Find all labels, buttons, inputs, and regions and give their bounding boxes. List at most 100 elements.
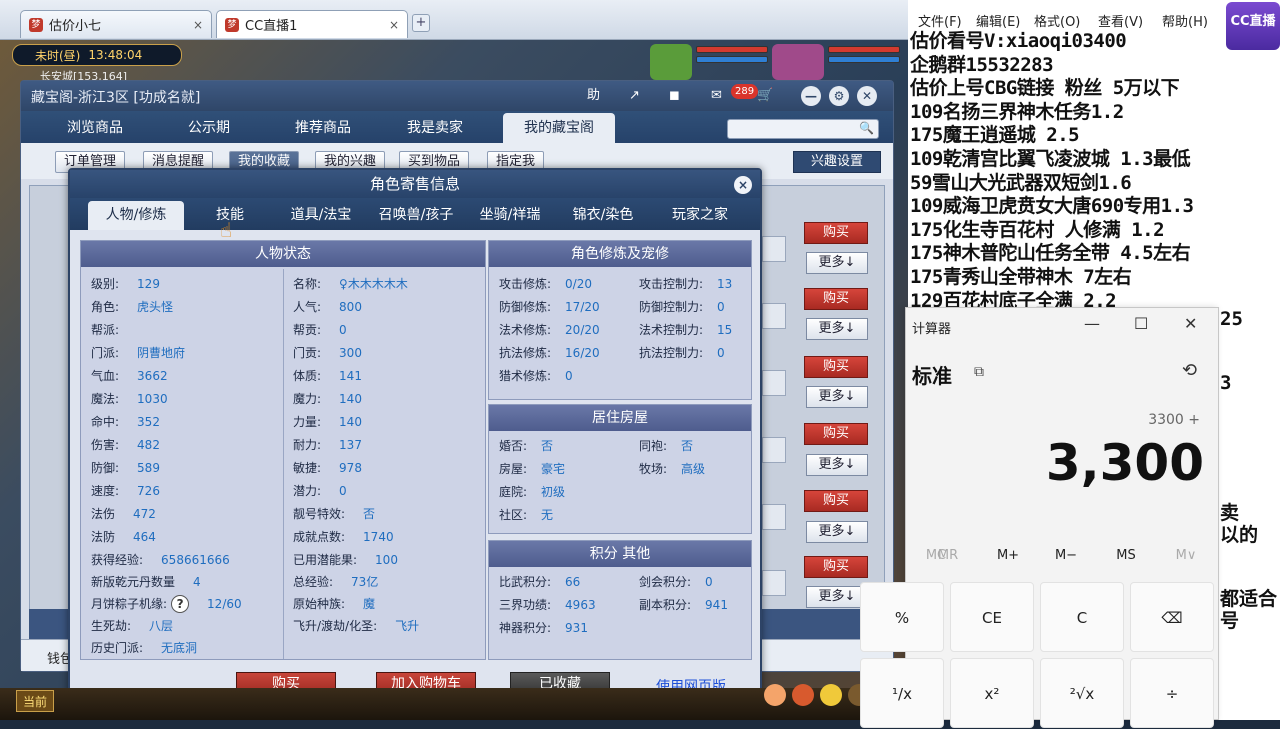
list-item[interactable] <box>762 236 786 262</box>
cbg-nav: 浏览商品 公示期 推荐商品 我是卖家 我的藏宝阁 🔍 <box>21 111 893 143</box>
buy-button[interactable]: 购买 <box>804 556 868 578</box>
new-tab-button[interactable]: + <box>412 14 430 32</box>
nav-my-cbg[interactable]: 我的藏宝阁 <box>503 113 615 143</box>
stat-value: 无 <box>541 508 554 522</box>
square-key[interactable]: x² <box>950 658 1034 728</box>
clear-key[interactable]: C <box>1040 582 1124 652</box>
settings-icon[interactable]: ⚙ <box>829 86 849 106</box>
more-button[interactable]: 更多↓ <box>806 252 868 274</box>
nav-public[interactable]: 公示期 <box>153 113 265 143</box>
stat-row: 比武积分: 66 <box>499 573 580 590</box>
notepad-line: 175青秀山全带神木 7左右 <box>910 265 1132 288</box>
stat-label: 帮贡: <box>293 323 322 337</box>
help-question-icon[interactable]: ? <box>171 595 190 613</box>
stat-row: 获得经验: 658661666 <box>91 551 230 568</box>
list-item[interactable] <box>762 370 786 396</box>
maximize-icon[interactable]: ☐ <box>1134 314 1148 333</box>
sqrt-key[interactable]: ²√x <box>1040 658 1124 728</box>
stat-value: 13 <box>717 277 733 291</box>
stat-label: 飞升/渡劫/化圣: <box>293 619 378 633</box>
tab-mounts[interactable]: 坐骑/祥瑞 <box>468 201 552 230</box>
smile-icon[interactable] <box>820 684 842 706</box>
menu-help[interactable]: 帮助(H) <box>1162 11 1208 30</box>
player-avatar[interactable] <box>772 44 824 80</box>
percent-key[interactable]: % <box>860 582 944 652</box>
calculator-mode[interactable]: 标准 <box>912 360 952 389</box>
stat-value: 0/20 <box>565 277 592 291</box>
stat-label: 获得经验: <box>91 553 144 567</box>
more-button[interactable]: 更多↓ <box>806 318 868 340</box>
menu-file[interactable]: 文件(F) <box>918 11 962 30</box>
nav-recommend[interactable]: 推荐商品 <box>267 113 379 143</box>
more-button[interactable]: 更多↓ <box>806 521 868 543</box>
current-channel-button[interactable]: 当前 <box>16 690 54 712</box>
buy-button[interactable]: 购买 <box>804 356 868 378</box>
more-button[interactable]: 更多↓ <box>806 386 868 408</box>
tab-home[interactable]: 玩家之家 <box>654 201 746 230</box>
tab-items[interactable]: 道具/法宝 <box>276 201 366 230</box>
interest-settings-button[interactable]: 兴趣设置 <box>793 151 881 173</box>
memory-store-button[interactable]: MS <box>1098 548 1154 563</box>
nav-browse[interactable]: 浏览商品 <box>39 113 151 143</box>
more-button[interactable]: 更多↓ <box>806 454 868 476</box>
list-item[interactable] <box>762 570 786 596</box>
keep-on-top-icon[interactable]: ⧉ <box>974 364 984 380</box>
stat-label: 敏捷: <box>293 461 322 475</box>
modal-close-button[interactable]: × <box>734 176 752 194</box>
buy-button[interactable]: 购买 <box>804 222 868 244</box>
message-icon[interactable]: ✉ <box>711 85 722 107</box>
close-icon[interactable]: ✕ <box>857 86 877 106</box>
notepad-text[interactable]: 估价看号V:xiaoqi03400 企鹅群15532283 估价上号CBG链接 粉丝… <box>910 30 1280 337</box>
buy-button[interactable]: 购买 <box>804 490 868 512</box>
browser-tab-cc-live[interactable]: 梦 CC直播1 × <box>216 10 408 38</box>
stat-label: 原始种族: <box>293 597 346 611</box>
help-button[interactable]: 助 <box>587 85 600 107</box>
notepad-line: 59雪山大光武器双短剑1.6 <box>910 171 1132 194</box>
stop-icon[interactable]: ◼ <box>669 85 680 107</box>
memory-list-button[interactable]: M∨ <box>1158 548 1214 563</box>
memory-subtract-button[interactable]: M− <box>1038 548 1094 563</box>
more-button[interactable]: 更多↓ <box>806 586 868 608</box>
peach-icon[interactable] <box>764 684 786 706</box>
minimize-icon[interactable]: — <box>801 86 821 106</box>
stat-row: 攻击修炼: 0/20 <box>499 275 592 292</box>
backspace-key[interactable]: ⌫ <box>1130 582 1214 652</box>
stat-row: 潜力: 0 <box>293 482 347 499</box>
close-tab-icon[interactable]: × <box>389 18 399 32</box>
list-item[interactable] <box>762 437 786 463</box>
list-item[interactable] <box>762 303 786 329</box>
reciprocal-key[interactable]: ¹/x <box>860 658 944 728</box>
tab-outfits[interactable]: 锦衣/染色 <box>560 201 646 230</box>
memory-recall-button[interactable]: MR <box>920 548 976 563</box>
memory-add-button[interactable]: M+ <box>980 548 1036 563</box>
history-icon[interactable]: ⟲ <box>1182 360 1197 381</box>
clear-entry-key[interactable]: CE <box>950 582 1034 652</box>
stat-value: 941 <box>705 598 728 612</box>
stat-row: 婚否: 否 <box>499 437 553 454</box>
nav-seller[interactable]: 我是卖家 <box>379 113 491 143</box>
lion-icon[interactable] <box>792 684 814 706</box>
divide-key[interactable]: ÷ <box>1130 658 1214 728</box>
search-icon[interactable]: 🔍 <box>859 121 874 135</box>
list-item[interactable] <box>762 504 786 530</box>
pet-avatar[interactable] <box>650 44 692 80</box>
stat-label: 帮派: <box>91 323 120 337</box>
menu-format[interactable]: 格式(O) <box>1034 11 1080 30</box>
browser-tab-label: 估价小七 <box>49 19 102 34</box>
tab-character[interactable]: 人物/修炼 <box>88 201 184 230</box>
stat-row: 历史门派: 无底洞 <box>91 639 197 656</box>
close-icon[interactable]: ✕ <box>1184 314 1197 333</box>
tab-summons[interactable]: 召唤兽/孩子 <box>368 201 464 230</box>
buy-button[interactable]: 购买 <box>804 288 868 310</box>
browser-tab-estimate[interactable]: 梦 估价小七 × <box>20 10 212 38</box>
menu-edit[interactable]: 编辑(E) <box>976 11 1020 30</box>
cart-icon[interactable]: 🛒 <box>757 85 773 107</box>
buy-button[interactable]: 购买 <box>804 423 868 445</box>
stat-row: 门派: 阴曹地府 <box>91 344 185 361</box>
search-input[interactable]: 🔍 <box>727 119 879 139</box>
close-tab-icon[interactable]: × <box>193 18 203 32</box>
menu-view[interactable]: 查看(V) <box>1098 11 1143 30</box>
share-icon[interactable]: ↗ <box>629 85 640 107</box>
minimize-icon[interactable]: — <box>1084 314 1100 333</box>
stat-value: 658661666 <box>161 553 230 567</box>
